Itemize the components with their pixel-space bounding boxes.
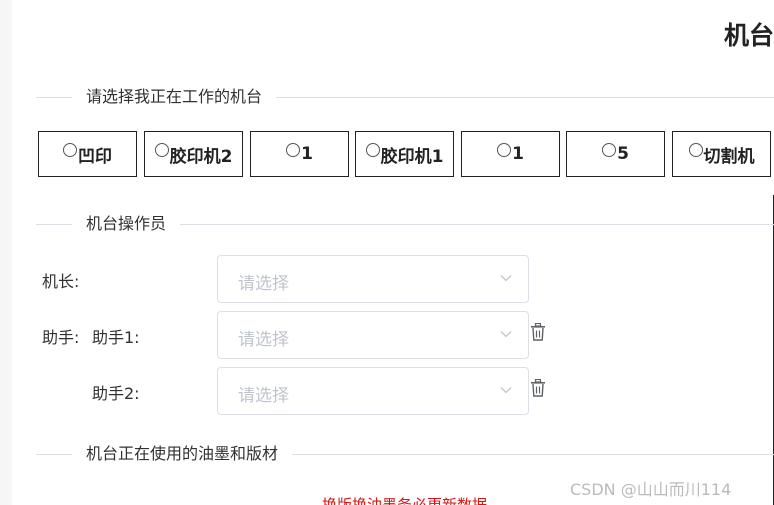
machine-option-label: 5 bbox=[617, 144, 629, 164]
machine-option-1[interactable]: 凹印 bbox=[38, 131, 137, 177]
machine-option-label: 胶印机1 bbox=[380, 146, 444, 167]
assistant1-label: 助手1: bbox=[92, 328, 140, 347]
section-title-machine: 请选择我正在工作的机台 bbox=[72, 86, 277, 108]
machine-option-2[interactable]: 胶印机2 bbox=[144, 131, 243, 177]
radio-icon bbox=[365, 143, 380, 157]
machine-option-5[interactable]: 1 bbox=[461, 131, 560, 177]
radio-icon bbox=[497, 143, 512, 157]
assistant-label: 助手: bbox=[42, 328, 80, 347]
machine-option-label: 1 bbox=[301, 144, 313, 164]
chevron-down-icon bbox=[500, 387, 512, 394]
select-placeholder: 请选择 bbox=[238, 274, 289, 294]
machine-option-4[interactable]: 胶印机1 bbox=[355, 131, 454, 177]
machine-option-3[interactable]: 1 bbox=[250, 131, 349, 177]
section-divider-ink: 机台正在使用的油墨和版材 bbox=[36, 443, 774, 465]
section-title-ink: 机台正在使用的油墨和版材 bbox=[72, 443, 293, 465]
page-card: 机台 请选择我正在工作的机台 凹印 胶印机2 1 胶印机1 1 5 切割机 机台… bbox=[12, 0, 774, 505]
radio-icon bbox=[688, 143, 703, 157]
machine-option-7[interactable]: 切割机 bbox=[672, 131, 771, 177]
captain-label: 机长: bbox=[42, 272, 80, 291]
section-divider-operators: 机台操作员 bbox=[36, 213, 774, 235]
machine-option-label: 1 bbox=[512, 144, 524, 164]
trash-icon[interactable] bbox=[530, 379, 546, 397]
captain-select[interactable]: 请选择 bbox=[217, 255, 529, 303]
trash-icon[interactable] bbox=[530, 323, 546, 341]
radio-icon bbox=[286, 143, 301, 157]
machine-option-label: 切割机 bbox=[703, 146, 755, 167]
warning-text: 换版换油墨务必更新数据 bbox=[322, 496, 488, 505]
section-divider-machine: 请选择我正在工作的机台 bbox=[36, 86, 774, 108]
radio-icon bbox=[154, 143, 169, 157]
machine-option-6[interactable]: 5 bbox=[566, 131, 665, 177]
assistant1-select[interactable]: 请选择 bbox=[217, 311, 529, 359]
machine-option-label: 凹印 bbox=[78, 146, 112, 167]
machine-option-label: 胶印机2 bbox=[169, 146, 233, 167]
radio-icon bbox=[602, 143, 617, 157]
section-title-operators: 机台操作员 bbox=[72, 213, 181, 235]
chevron-down-icon bbox=[500, 331, 512, 338]
assistant2-label: 助手2: bbox=[92, 384, 140, 403]
chevron-down-icon bbox=[500, 275, 512, 282]
select-placeholder: 请选择 bbox=[238, 386, 289, 406]
watermark: CSDN @山山而川114 bbox=[570, 480, 732, 499]
select-placeholder: 请选择 bbox=[238, 330, 289, 350]
assistant2-select[interactable]: 请选择 bbox=[217, 367, 529, 415]
page-title: 机台 bbox=[723, 21, 774, 50]
radio-icon bbox=[63, 143, 77, 157]
